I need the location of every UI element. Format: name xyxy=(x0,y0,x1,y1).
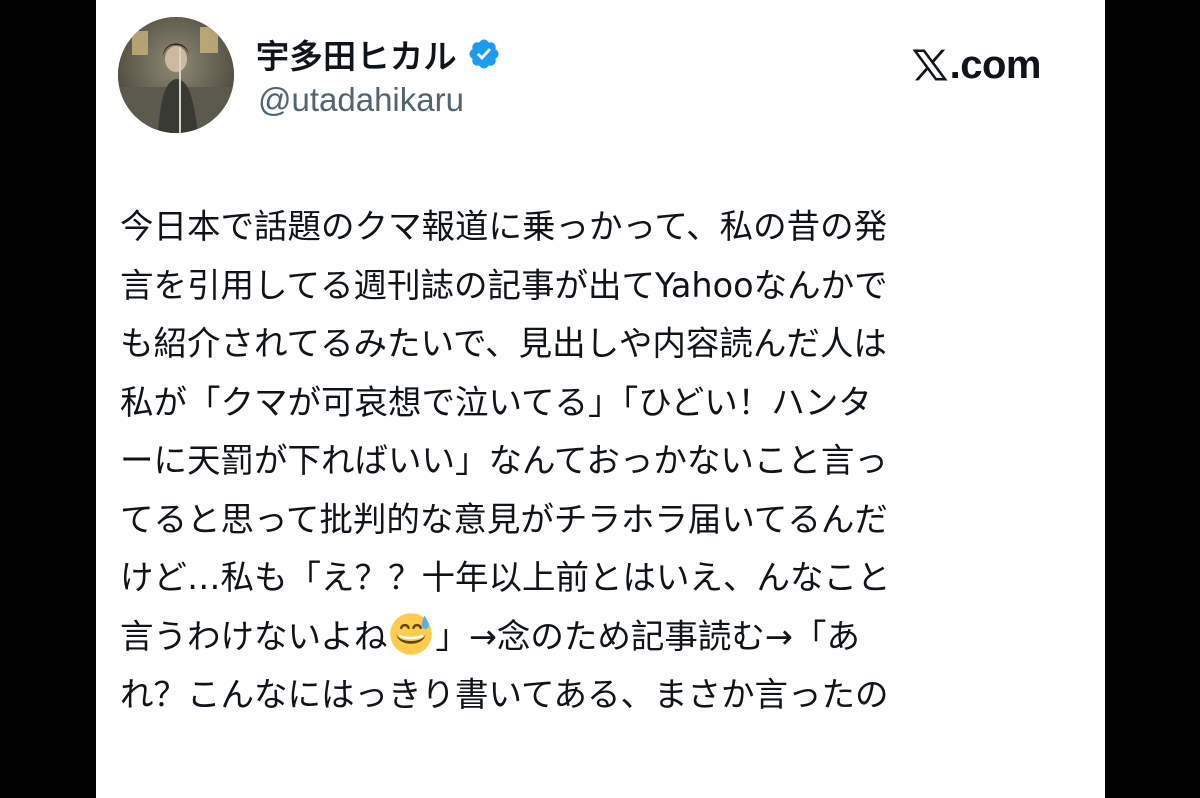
site-brand: .com xyxy=(911,43,1042,87)
post-text-line: 私が「クマが可哀想で泣いてる」「ひどい！ハンタ xyxy=(120,382,872,422)
avatar[interactable] xyxy=(118,17,234,133)
post-card: 宇多田ヒカル @utadahikaru .com 今日本で話題のクマ報道に乗っか… xyxy=(96,0,1105,798)
grinning-sweat-emoji-icon xyxy=(390,612,433,655)
post-text-line: けど…私も「え？？十年以上前とはいえ、んなこと xyxy=(120,558,891,597)
x-logo-icon xyxy=(912,49,948,81)
display-name[interactable]: 宇多田ヒカル xyxy=(256,30,457,78)
post-text-line: も紹介されてるみたいで、見出しや内容読んだ人は xyxy=(120,324,887,363)
post-text-line-with-emoji: 言うわけないよね 」→念のため記事読む→「あ xyxy=(120,608,1080,667)
name-row: 宇多田ヒカル xyxy=(256,31,501,77)
post-text-line: れ？こんなにはっきり書いてある、まさか言ったの xyxy=(120,675,889,714)
post-text-segment: 言うわけないよね xyxy=(120,616,388,656)
post-text-line: 言を引用してる週刊誌の記事が出てYahooなんかで xyxy=(120,265,888,305)
post-header: 宇多田ヒカル @utadahikaru .com xyxy=(118,17,1083,133)
avatar-image xyxy=(118,17,234,133)
post-text: 今日本で話題のクマ報道に乗っかって、私の昔の発 言を引用してる週刊誌の記事が出て… xyxy=(120,198,1080,725)
post-text-segment: 」→念のため記事読む→「あ xyxy=(435,616,860,656)
post-text-line: てると思って批判的な意見がチラホラ届いてるんだ xyxy=(120,499,888,539)
post-text-line: 今日本で話題のクマ報道に乗っかって、私の昔の発 xyxy=(120,207,888,246)
verified-badge-icon xyxy=(469,39,499,69)
site-domain-label: .com xyxy=(949,43,1042,87)
user-handle[interactable]: @utadahikaru xyxy=(258,81,464,119)
post-text-line: ーに天罰が下ればいい」なんておっかないこと言っ xyxy=(120,441,888,480)
screenshot-stage: 宇多田ヒカル @utadahikaru .com 今日本で話題のクマ報道に乗っか… xyxy=(0,0,1200,798)
